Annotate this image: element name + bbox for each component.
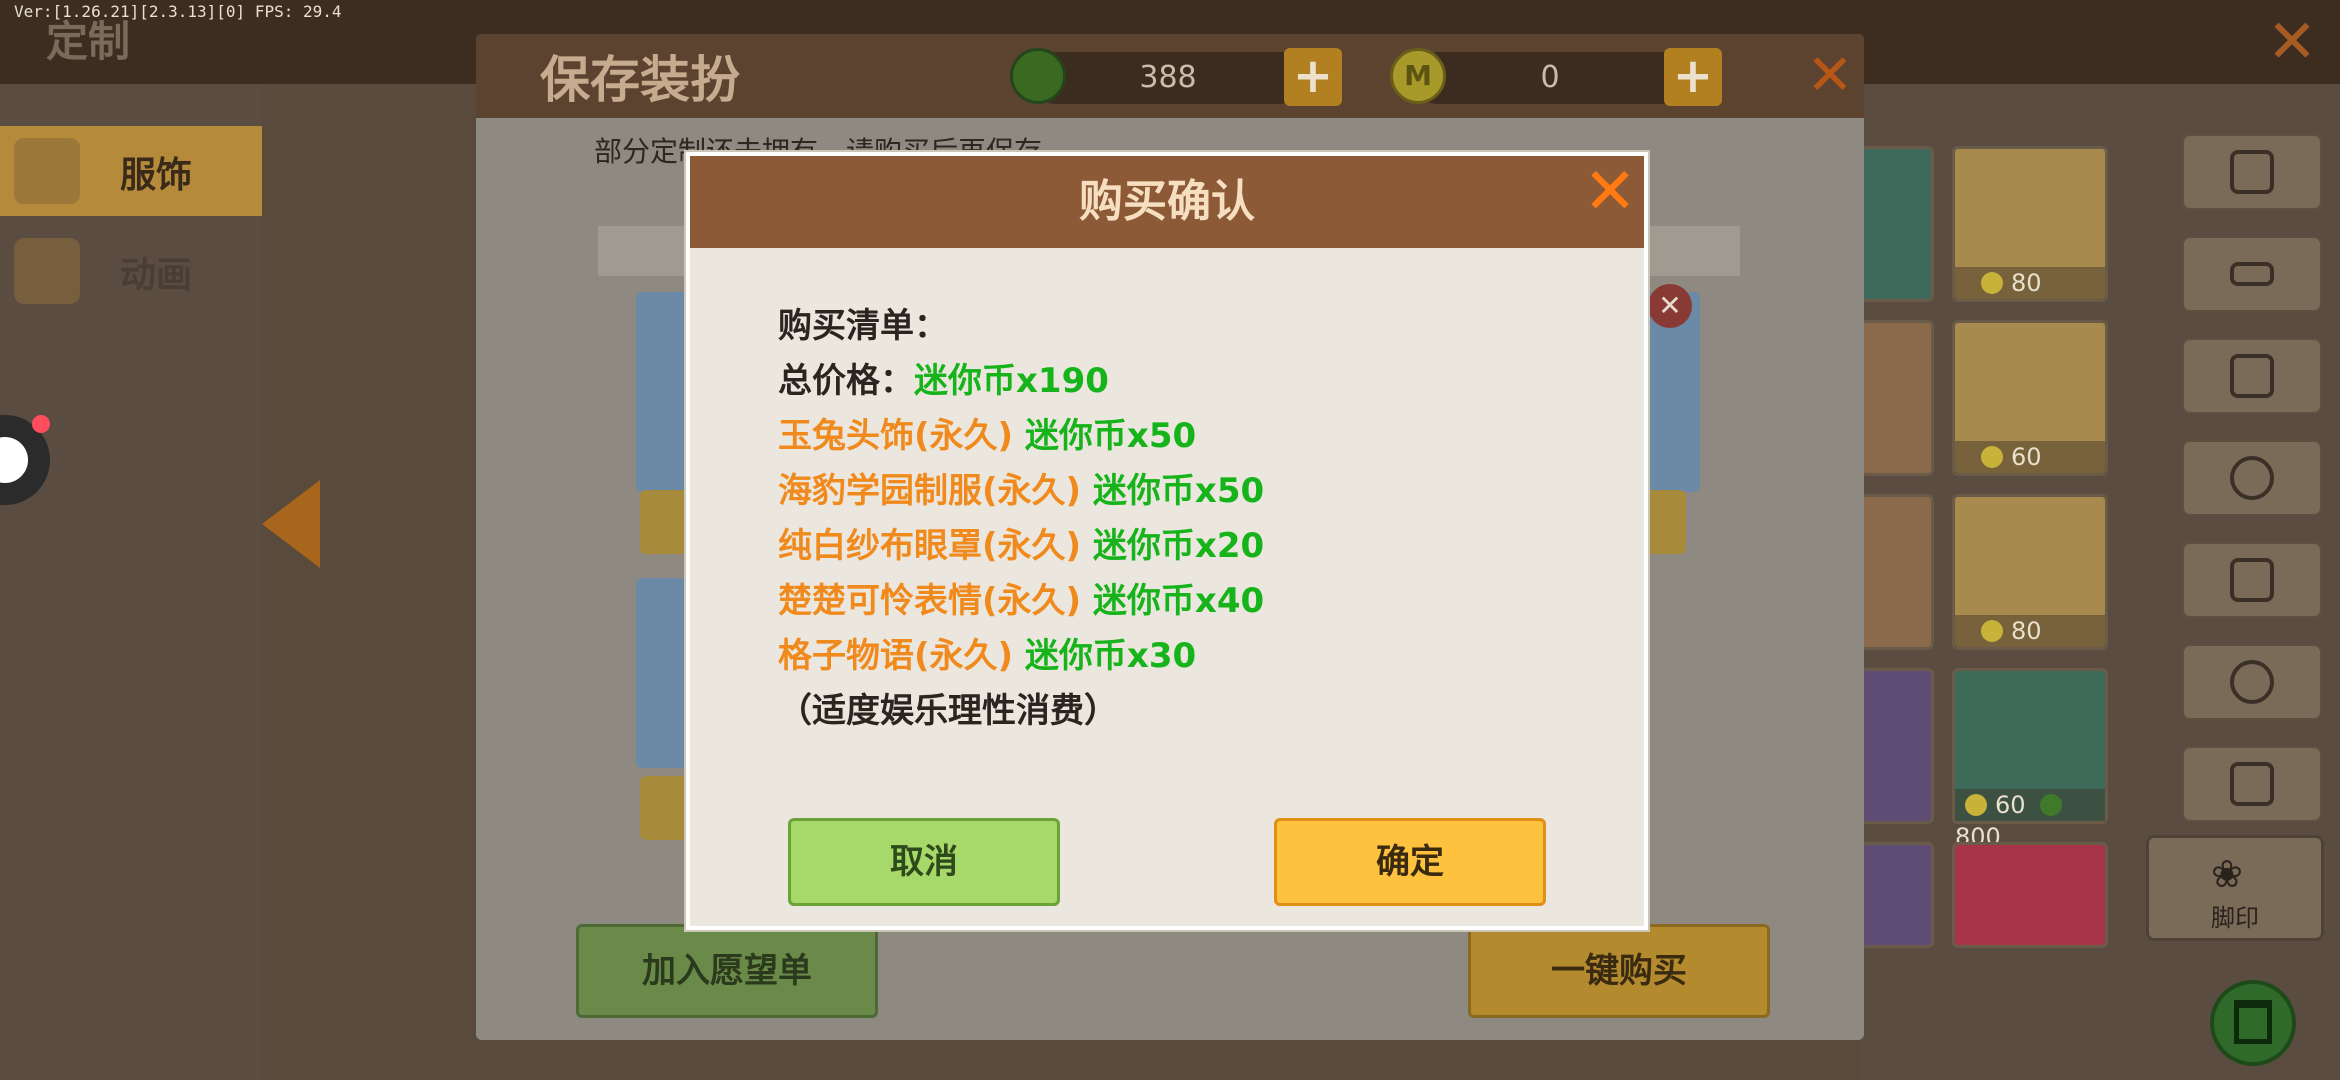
coin-balance: 0 — [1412, 52, 1688, 104]
gem-icon — [1010, 48, 1066, 104]
item-price: 80 — [2011, 617, 2042, 645]
confirm-label: 确定 — [1376, 842, 1444, 882]
item-price: 80 — [2011, 269, 2042, 297]
tab-clothing[interactable]: 服饰 — [0, 126, 262, 216]
coin-count: 0 — [1540, 60, 1560, 95]
save-dialog-title: 保存装扮 — [540, 51, 740, 109]
category-shoes-button[interactable] — [2182, 644, 2322, 720]
animation-tab-icon — [14, 238, 80, 304]
tab-label: 动画 — [120, 255, 193, 296]
notification-dot — [32, 415, 50, 433]
mini-coin-icon: M — [1390, 48, 1446, 104]
prev-arrow-icon[interactable] — [262, 480, 320, 568]
item-price: 迷你币x50 — [1092, 471, 1265, 511]
item-card[interactable] — [1860, 842, 1934, 948]
purchase-item-row: 格子物语(永久) 迷你币x30 — [778, 628, 1196, 677]
item-price: 60 — [2011, 443, 2042, 471]
item-card[interactable] — [1860, 494, 1934, 650]
item-card[interactable] — [1860, 320, 1934, 476]
purchase-item-row: 海豹学园制服(永久) 迷你币x50 — [778, 463, 1264, 512]
item-price: 迷你币x50 — [1024, 416, 1197, 456]
hand-icon — [2230, 456, 2274, 500]
category-footprint-button[interactable]: ❀ 脚印 — [2146, 835, 2324, 941]
coin-icon — [1965, 794, 1987, 816]
coin-icon — [1981, 446, 2003, 468]
buy-all-label: 一键购买 — [1551, 951, 1687, 991]
item-card[interactable]: 60800 — [1952, 668, 2108, 851]
tab-label: 服饰 — [120, 155, 193, 196]
item-name: 海豹学园制服(永久) — [778, 471, 1082, 511]
pants-icon — [2230, 558, 2274, 602]
total-price-value: 迷你币x190 — [914, 361, 1109, 401]
category-pants-button[interactable] — [2182, 542, 2322, 618]
moderation-note: （适度娱乐理性消费） — [778, 691, 1118, 731]
record-icon — [0, 437, 28, 483]
item-name: 纯白纱布眼罩(永久) — [778, 526, 1082, 566]
item-card[interactable]: 60 — [1952, 320, 2108, 476]
confirm-button[interactable]: 确定 — [1274, 818, 1546, 906]
trash-button[interactable] — [2210, 980, 2296, 1066]
remove-item-icon[interactable]: ✕ — [1648, 284, 1692, 328]
wishlist-label: 加入愿望单 — [642, 951, 812, 991]
coin-icon — [1981, 272, 2003, 294]
clothing-tab-icon — [14, 138, 80, 204]
total-price-row: 总价格：迷你币x190 — [778, 353, 1109, 402]
close-icon[interactable]: ✕ — [1800, 46, 1860, 106]
buy-all-button[interactable]: 一键购买 — [1468, 924, 1770, 1018]
item-price: 迷你币x30 — [1024, 636, 1197, 676]
face-icon — [2230, 150, 2274, 194]
item-price: 迷你币x20 — [1092, 526, 1265, 566]
footprint-label: 脚印 — [2211, 904, 2259, 932]
total-price-label: 总价格： — [778, 361, 914, 401]
backpack-icon — [2230, 762, 2274, 806]
shoes-icon — [2230, 660, 2274, 704]
close-icon[interactable]: ✕ — [2262, 12, 2322, 72]
gem-count: 388 — [1139, 60, 1197, 95]
modal-title: 购买确认 — [1079, 176, 1255, 227]
mask-icon — [2230, 262, 2274, 286]
add-coins-button[interactable]: + — [1664, 48, 1722, 106]
item-name: 楚楚可怜表情(永久) — [778, 581, 1082, 621]
purchase-list-label: 购买清单： — [778, 306, 948, 346]
item-card[interactable] — [1952, 842, 2108, 948]
add-to-wishlist-button[interactable]: 加入愿望单 — [576, 924, 878, 1018]
trash-icon — [2234, 1000, 2272, 1044]
purchase-item-row: 楚楚可怜表情(永久) 迷你币x40 — [778, 573, 1264, 622]
shirt-icon — [2230, 354, 2274, 398]
close-icon[interactable]: ✕ — [1578, 160, 1642, 224]
category-mask-button[interactable] — [2182, 236, 2322, 312]
cancel-button[interactable]: 取消 — [788, 818, 1060, 906]
cancel-label: 取消 — [890, 842, 958, 882]
category-backpack-button[interactable] — [2182, 746, 2322, 822]
item-price: 60 — [1995, 791, 2026, 819]
paw-icon: ❀ — [2211, 852, 2243, 896]
tab-animation[interactable]: 动画 — [0, 226, 262, 316]
item-card[interactable] — [1860, 668, 1934, 824]
item-name: 格子物语(永久) — [778, 636, 1014, 676]
item-card[interactable]: 80 — [1952, 494, 2108, 650]
category-shirt-button[interactable] — [2182, 338, 2322, 414]
item-card[interactable] — [1860, 146, 1934, 302]
debug-version-text: Ver:[1.26.21][2.3.13][0] FPS: 29.4 — [14, 2, 342, 21]
add-gems-button[interactable]: + — [1284, 48, 1342, 106]
item-price: 迷你币x40 — [1092, 581, 1265, 621]
purchase-item-row: 玉兔头饰(永久) 迷你币x50 — [778, 408, 1196, 457]
gem-icon — [2039, 794, 2062, 816]
coin-icon — [1981, 620, 2003, 642]
item-card[interactable]: 80 — [1952, 146, 2108, 302]
category-face-button[interactable] — [2182, 134, 2322, 210]
gem-balance: 388 — [1030, 52, 1306, 104]
category-hand-button[interactable] — [2182, 440, 2322, 516]
purchase-item-row: 纯白纱布眼罩(永久) 迷你币x20 — [778, 518, 1264, 567]
item-name: 玉兔头饰(永久) — [778, 416, 1014, 456]
